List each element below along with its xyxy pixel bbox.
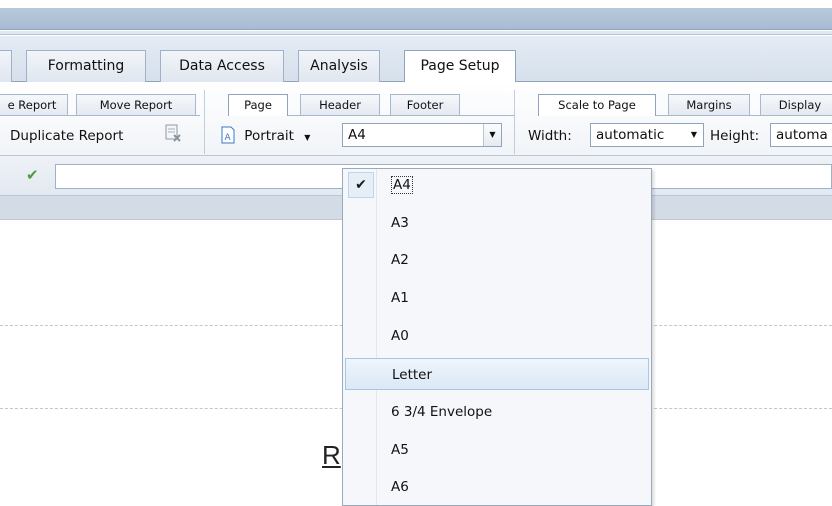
width-label: Width: [528,128,572,144]
height-select[interactable]: automa [770,123,832,147]
menu-item-label: A2 [391,252,409,268]
portrait-page-icon: A [221,126,235,144]
checkmark-icon[interactable]: ✔ [26,166,39,184]
group-separator [204,90,205,154]
subtab-display[interactable]: Display [760,94,832,116]
report-title[interactable]: R [322,440,341,471]
chevron-down-icon: ▼ [304,133,311,142]
subtab-footer-label: Footer [406,98,444,112]
subtab-header[interactable]: Header [300,94,380,116]
width-select[interactable]: automatic ▼ [590,123,704,147]
title-bar-divider [0,31,832,35]
subtab-margins[interactable]: Margins [668,94,750,116]
width-value: automatic [596,127,665,143]
subtab-duplicate-report-label: e Report [7,98,57,112]
tab-underline [656,115,832,116]
menu-item-label: A5 [391,442,409,458]
menu-item-a0[interactable]: A0 [345,320,649,352]
subtab-move-report[interactable]: Move Report [76,94,196,116]
menu-item-label: A1 [391,290,409,306]
top-strip [0,0,832,8]
menu-item-a4[interactable]: ✔ A4 [345,169,649,201]
tab-data-access-label: Data Access [179,58,265,74]
tab-analysis-label: Analysis [310,58,368,74]
tab-formatting[interactable]: Formatting [26,50,146,83]
menu-item-a3[interactable]: A3 [345,207,649,239]
paper-size-select[interactable]: A4 ▼ [342,123,502,147]
subtab-move-report-label: Move Report [99,98,173,112]
tab-formatting-label: Formatting [47,58,125,74]
tab-underline [0,115,200,116]
subtab-margins-label: Margins [686,98,732,112]
main-tab-bar: Formatting Data Access Analysis Page Set… [0,36,832,84]
page-setup-toolbar: e Report Move Report Page Header Footer … [0,82,832,156]
subtab-footer[interactable]: Footer [390,94,460,116]
chevron-down-icon[interactable]: ▼ [483,124,501,146]
paper-size-value: A4 [348,127,366,143]
menu-item-a5[interactable]: A5 [345,434,649,466]
duplicate-report-label: Duplicate Report [10,128,124,144]
subtab-page[interactable]: Page [228,94,288,116]
tab-analysis[interactable]: Analysis [298,50,380,83]
check-icon: ✔ [348,172,374,198]
height-value: automa [776,127,828,143]
menu-item-label: A3 [391,215,409,231]
menu-item-6-3-4-envelope[interactable]: 6 3/4 Envelope [345,396,649,428]
menu-item-a1[interactable]: A1 [345,282,649,314]
window-title-bar [0,8,832,30]
menu-item-a6[interactable]: A6 [345,471,649,503]
menu-item-label: A0 [391,328,409,344]
tab-underline [288,115,514,116]
subtab-duplicate-report[interactable]: e Report [0,94,68,116]
orientation-button[interactable]: A Portrait ▼ [220,126,310,148]
menu-item-letter[interactable]: Letter [345,358,649,390]
subtab-scale-to-page[interactable]: Scale to Page [538,94,656,116]
menu-item-label: A4 [391,176,413,194]
menu-item-label: 6 3/4 Envelope [391,404,493,420]
subtab-scale-to-page-label: Scale to Page [558,98,636,112]
height-label: Height: [710,128,760,144]
tab-page-setup-label: Page Setup [420,58,500,74]
subtab-page-label: Page [244,98,272,112]
menu-item-label: A6 [391,479,409,495]
chevron-down-icon: ▼ [690,130,697,139]
menu-item-label: Letter [392,367,433,383]
paper-size-dropdown: ✔ A4 A3 A2 A1 A0 Letter 6 3/4 Envelope A… [342,168,652,506]
duplicate-report-button[interactable]: Duplicate Report [10,126,123,148]
tab-data-access[interactable]: Data Access [160,50,284,83]
group-separator [514,90,515,154]
menu-item-a2[interactable]: A2 [345,244,649,276]
delete-report-icon[interactable] [163,123,183,145]
subtab-display-label: Display [778,98,822,112]
orientation-label: Portrait [244,128,294,144]
svg-text:A: A [225,133,232,143]
subtab-header-label: Header [319,98,361,112]
tab-hidden-left[interactable] [0,50,12,83]
tab-page-setup[interactable]: Page Setup [404,50,516,84]
